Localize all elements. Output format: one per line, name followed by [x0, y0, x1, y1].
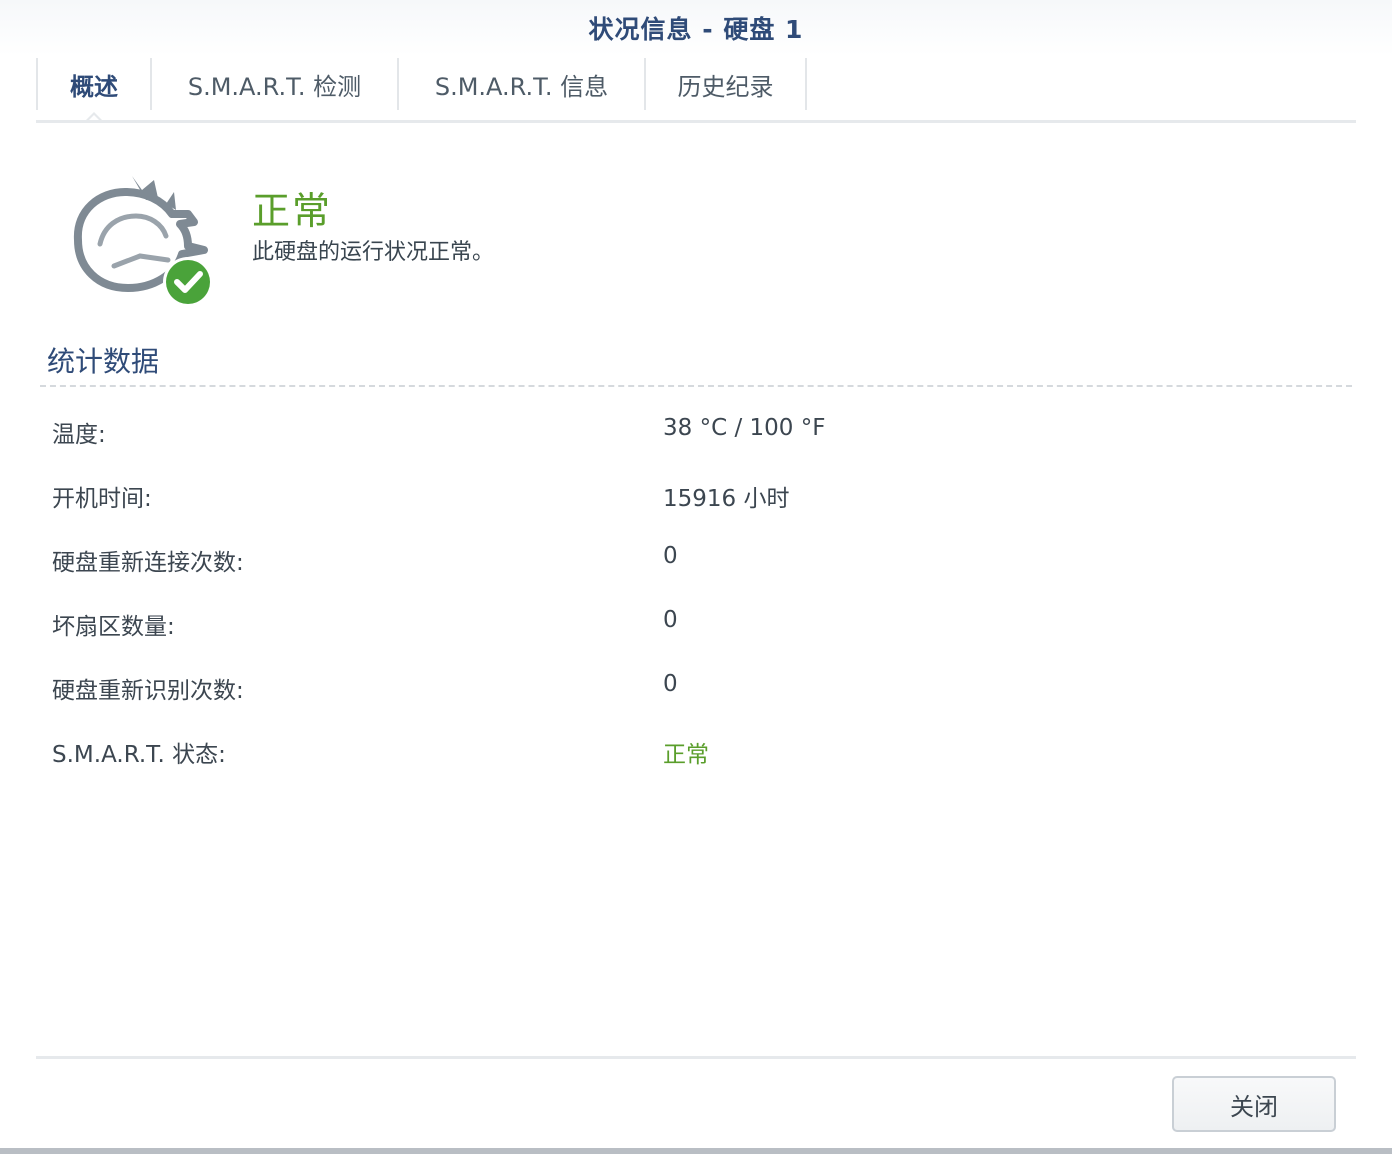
stat-label: 开机时间:	[52, 486, 152, 512]
stat-row-smart-status: S.M.A.R.T. 状态: 正常	[52, 735, 1352, 775]
window-title: 状况信息 - 硬盘 1	[588, 15, 804, 44]
tab-smart-test[interactable]: S.M.A.R.T. 检测	[152, 58, 399, 110]
stat-label: 温度:	[52, 422, 106, 448]
stat-row-power-on-time: 开机时间: 15916 小时	[52, 479, 1352, 519]
status-description: 此硬盘的运行状况正常。	[252, 240, 495, 265]
stat-value: 15916 小时	[663, 486, 790, 512]
stat-row-temperature: 温度: 38 °C / 100 °F	[52, 415, 1352, 455]
tab-history[interactable]: 历史纪录	[646, 58, 807, 110]
stat-label: 硬盘重新连接次数:	[52, 550, 244, 576]
footer-divider	[36, 1056, 1356, 1059]
stat-label: S.M.A.R.T. 状态:	[52, 742, 226, 768]
stat-value: 0	[663, 607, 678, 633]
tab-bar: 概述 S.M.A.R.T. 检测 S.M.A.R.T. 信息 历史纪录	[36, 58, 807, 123]
close-button[interactable]: 关闭	[1172, 1076, 1336, 1132]
health-info-window: 状况信息 - 硬盘 1 概述 S.M.A.R.T. 检测 S.M.A.R.T. …	[0, 0, 1392, 1154]
tab-smart-info[interactable]: S.M.A.R.T. 信息	[399, 58, 646, 110]
stat-value-smart-status: 正常	[663, 742, 709, 768]
stat-value: 38 °C / 100 °F	[663, 415, 826, 441]
stat-value: 0	[663, 543, 678, 569]
disk-healthy-icon	[70, 170, 218, 310]
stat-row-bad-sectors: 坏扇区数量: 0	[52, 607, 1352, 647]
stat-value: 0	[663, 671, 678, 697]
stat-row-reidentify-count: 硬盘重新识别次数: 0	[52, 671, 1352, 711]
tabs-divider	[36, 120, 1356, 123]
stats-section-title: 统计数据	[47, 345, 160, 378]
section-divider	[40, 385, 1352, 387]
status-title: 正常	[252, 189, 333, 233]
stat-row-reconnect-count: 硬盘重新连接次数: 0	[52, 543, 1352, 583]
tab-overview[interactable]: 概述	[38, 58, 152, 110]
stat-label: 坏扇区数量:	[52, 614, 175, 640]
title-bar[interactable]: 状况信息 - 硬盘 1	[0, 0, 1392, 56]
stat-label: 硬盘重新识别次数:	[52, 678, 244, 704]
